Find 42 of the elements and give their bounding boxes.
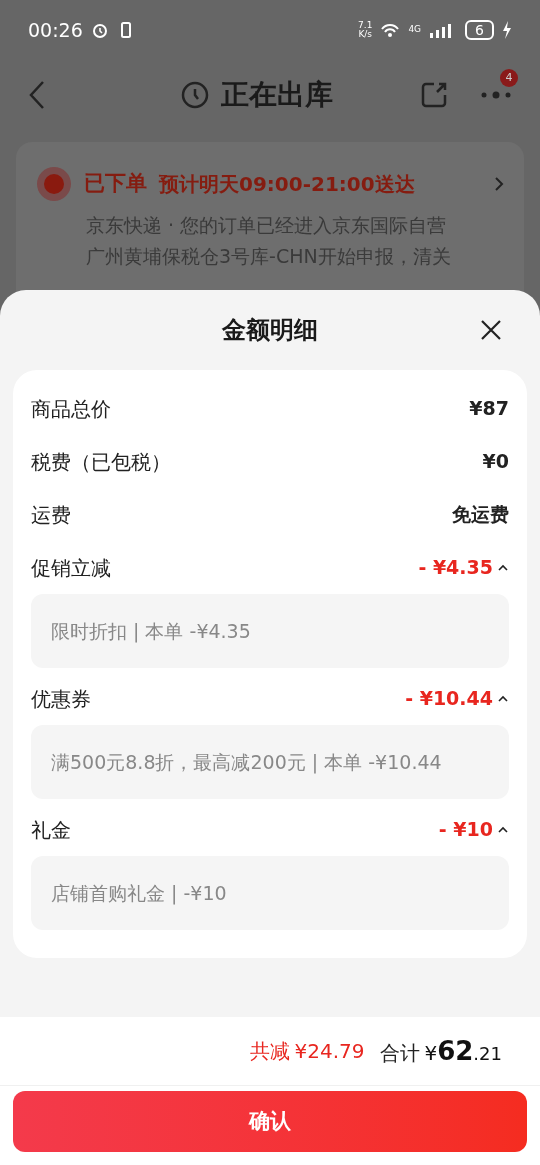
status-dot-icon [36,166,72,202]
sheet-title: 金额明细 [222,315,318,346]
total-integer: 62 [437,1034,474,1068]
more-icon[interactable] [480,91,512,99]
discount-detail: 满500元8.8折，最高减200元 | 本单 -¥10.44 [31,725,509,799]
page-title: 正在出库 [221,77,333,113]
speed-unit: K/s [358,30,372,39]
back-icon[interactable] [28,80,46,110]
discount-detail: 店铺首购礼金 | -¥10 [31,856,509,930]
close-icon[interactable] [480,319,502,341]
battery-indicator: 6 [465,20,494,40]
fee-label: 礼金 [31,816,71,844]
fee-amount: - ¥10 [438,817,493,843]
alarm-icon [90,21,109,39]
total-decimal: .21 [473,1041,502,1066]
fee-amount: ¥0 [482,449,509,475]
status-time: 00:26 [28,17,83,43]
fee-amount: ¥87 [469,396,509,422]
fee-label: 优惠券 [31,685,91,713]
fee-label: 税费（已包税） [31,448,171,476]
clock-icon [181,81,209,109]
fee-amount: - ¥4.35 [418,555,493,581]
total-label: 合计 [380,1039,421,1067]
fee-amount: 免运费 [452,502,509,528]
fee-label: 促销立减 [31,554,111,582]
delivery-eta: 预计明天09:00-21:00送达 [159,171,415,198]
saved-label: 共减 [250,1038,291,1065]
wifi-icon [380,21,401,39]
notification-badge: 4 [500,69,518,87]
discount-detail: 限时折扣 | 本单 -¥4.35 [31,594,509,668]
speed-value: 7.1 [358,21,373,30]
charging-icon [502,21,512,39]
fee-label: 商品总价 [31,395,111,423]
fee-label: 运费 [31,501,71,529]
network-type: 4G [408,23,422,37]
confirm-button[interactable]: 确认 [13,1091,527,1152]
chevron-right-icon[interactable] [494,176,504,192]
fee-amount: - ¥10.44 [405,686,493,712]
total-currency: ¥ [424,1039,438,1067]
share-icon[interactable] [420,81,448,109]
saved-amount: ¥24.79 [294,1038,365,1065]
order-status: 已下单 [84,170,147,198]
